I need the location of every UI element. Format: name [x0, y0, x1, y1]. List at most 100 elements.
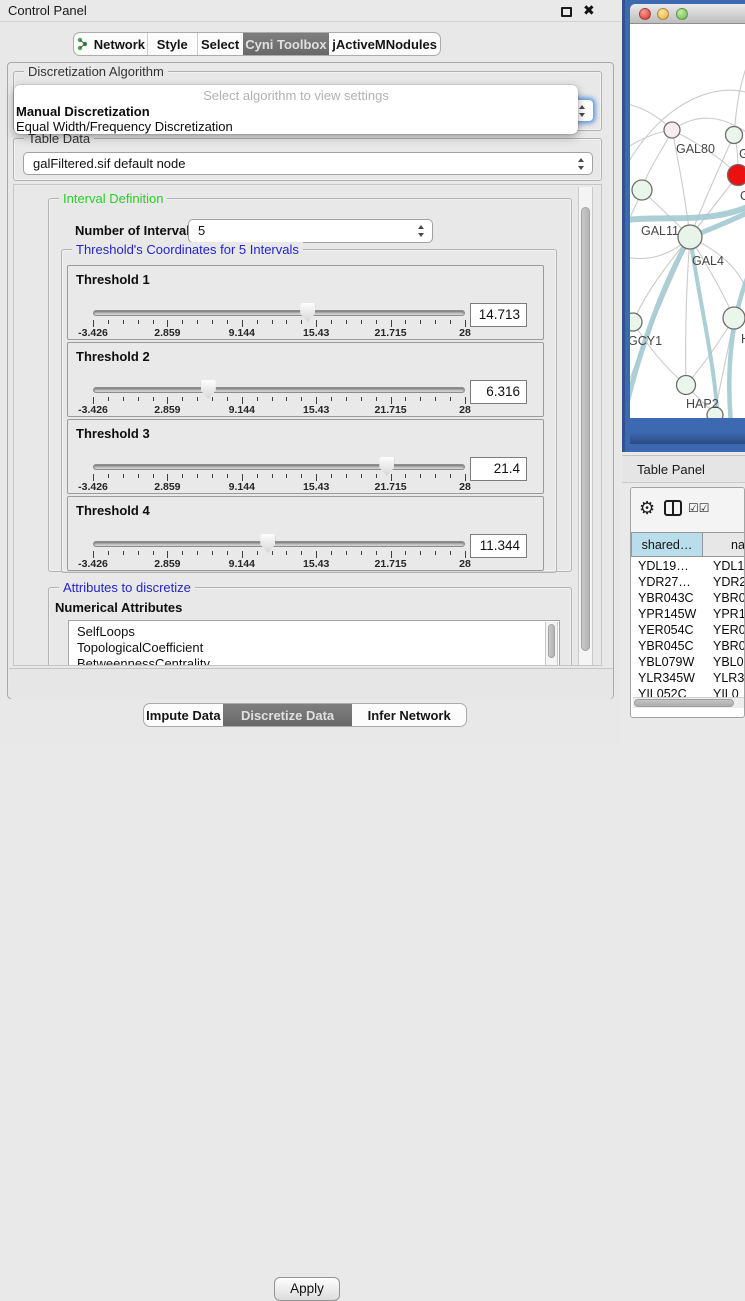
network-node-gal80[interactable]	[664, 122, 680, 138]
threshold-slider-track[interactable]	[93, 310, 465, 316]
columns-icon[interactable]	[664, 500, 682, 516]
network-node-gal11[interactable]	[632, 180, 652, 200]
table-row[interactable]: YDL19…YDL1	[631, 559, 745, 575]
network-canvas[interactable]: GAL80GACGAL11GAL4GCY1HHAP2	[630, 24, 745, 418]
threshold-slider-thumb[interactable]	[300, 303, 315, 322]
network-node-h[interactable]	[723, 307, 745, 329]
attribute-list-item[interactable]: BetweennessCentrality	[77, 656, 210, 666]
threshold-label: Threshold 3	[76, 426, 150, 441]
algorithm-option-equal-width[interactable]: Equal Width/Frequency Discretization	[16, 119, 576, 134]
table-panel-titlebar: Table Panel	[622, 455, 745, 483]
slider-tick	[361, 474, 362, 478]
slider-tick	[242, 551, 243, 558]
network-node-c[interactable]	[728, 165, 745, 186]
threshold-value-field[interactable]: 6.316	[470, 380, 527, 404]
threshold-slider-thumb[interactable]	[260, 534, 275, 553]
threshold-slider-track[interactable]	[93, 387, 465, 393]
slider-tick	[123, 320, 124, 324]
minimize-traffic-light-icon[interactable]	[657, 8, 669, 20]
attributes-list-scrollbar[interactable]	[545, 622, 558, 666]
slider-tick	[435, 551, 436, 555]
threshold-value-field[interactable]: 21.4	[470, 457, 527, 481]
slider-tick	[272, 320, 273, 324]
table-horizontal-scrollbar[interactable]	[633, 697, 744, 708]
slider-tick	[346, 320, 347, 324]
threshold-slider-thumb[interactable]	[201, 380, 216, 399]
slider-tick-label: 9.144	[229, 327, 255, 339]
threshold-slider-track[interactable]	[93, 464, 465, 470]
combo-arrows-icon	[579, 105, 586, 117]
table-header-shared[interactable]: shared…	[631, 532, 703, 557]
slider-tick	[257, 397, 258, 401]
threshold-slider-track[interactable]	[93, 541, 465, 547]
attribute-list-item[interactable]: TopologicalCoefficient	[77, 640, 203, 655]
node-label: HAP2	[686, 397, 719, 411]
slider-tick	[405, 397, 406, 401]
slider-tick	[420, 320, 421, 324]
settings-scrollbar[interactable]	[578, 187, 593, 665]
close-traffic-light-icon[interactable]	[639, 8, 651, 20]
network-node-hap2[interactable]	[677, 376, 696, 395]
gear-icon[interactable]: ⚙	[639, 498, 655, 519]
slider-tick-label: -3.426	[78, 481, 108, 493]
network-node-gcy1[interactable]	[630, 313, 642, 331]
table-row[interactable]: YPR145WYPR1	[631, 607, 745, 623]
slider-tick	[123, 551, 124, 555]
table-row[interactable]: YBR045CYBR0	[631, 639, 745, 655]
slider-tick-label: 15.43	[303, 327, 329, 339]
tab-style[interactable]: Style	[148, 33, 198, 55]
bottom-tab-label: Impute Data	[146, 708, 220, 723]
tab-label: jActiveMNodules	[332, 37, 437, 52]
cell-name: YBL0	[713, 655, 744, 669]
slider-tick	[286, 320, 287, 324]
table-row[interactable]: YBL079WYBL0	[631, 655, 745, 671]
apply-button[interactable]: Apply	[274, 1277, 340, 1301]
cell-name: YDL1	[713, 559, 744, 573]
table-data-combobox[interactable]: galFiltered.sif default node	[23, 152, 593, 175]
tab-select[interactable]: Select	[198, 33, 244, 55]
scrollbar-thumb[interactable]	[548, 624, 555, 658]
slider-tick	[182, 397, 183, 401]
attributes-to-discretize-group: Attributes to discretize Numerical Attri…	[48, 587, 572, 666]
attribute-list-item[interactable]: SelfLoops	[77, 624, 135, 639]
slider-tick	[212, 551, 213, 555]
slider-tick	[420, 397, 421, 401]
tab-cyni-toolbox[interactable]: Cyni Toolbox	[243, 33, 330, 55]
tab-network[interactable]: Network	[74, 33, 148, 55]
slider-tick-label: 15.43	[303, 404, 329, 416]
network-node-ga[interactable]	[726, 127, 743, 144]
table-row[interactable]: YER054CYER0	[631, 623, 745, 639]
threshold-value-field[interactable]: 11.344	[470, 534, 527, 558]
node-label: GAL4	[692, 254, 724, 268]
checkbox-icons[interactable]: ☑☑	[688, 501, 710, 515]
number-of-intervals-spinner[interactable]: 5	[188, 219, 433, 243]
tab-jactivemnodules[interactable]: jActiveMNodules	[329, 33, 440, 55]
combo-arrows-icon	[578, 158, 585, 170]
slider-tick	[286, 551, 287, 555]
scrollbar-thumb[interactable]	[581, 207, 590, 651]
table-row[interactable]: YLR345WYLR3	[631, 671, 745, 687]
slider-tick	[138, 474, 139, 478]
slider-tick	[450, 320, 451, 324]
bottom-tab-discretize-data[interactable]: Discretize Data	[223, 704, 353, 726]
network-window-titlebar[interactable]	[630, 4, 745, 24]
slider-tick	[197, 397, 198, 401]
float-window-icon[interactable]	[561, 7, 572, 17]
bottom-tab-infer-network[interactable]: Infer Network	[352, 704, 466, 726]
table-row[interactable]: YBR043CYBR0	[631, 591, 745, 607]
algorithm-option-manual[interactable]: Manual Discretization	[16, 104, 576, 119]
close-icon[interactable]: ✖	[583, 2, 595, 19]
table-row[interactable]: YDR27…YDR2	[631, 575, 745, 591]
slider-tick-label: 15.43	[303, 481, 329, 493]
scrollbar-thumb[interactable]	[634, 699, 734, 707]
table-header-name[interactable]: na	[703, 532, 745, 557]
bottom-tab-impute-data[interactable]: Impute Data	[144, 704, 224, 726]
network-node-gal4[interactable]	[678, 225, 702, 249]
slider-tick-label: -3.426	[78, 327, 108, 339]
zoom-traffic-light-icon[interactable]	[676, 8, 688, 20]
threshold-slider-thumb[interactable]	[379, 457, 394, 476]
slider-tick	[108, 397, 109, 401]
cell-name: YBR0	[713, 639, 745, 653]
threshold-value-field[interactable]: 14.713	[470, 303, 527, 327]
numerical-attributes-list[interactable]: SelfLoopsTopologicalCoefficientBetweenne…	[68, 620, 560, 666]
